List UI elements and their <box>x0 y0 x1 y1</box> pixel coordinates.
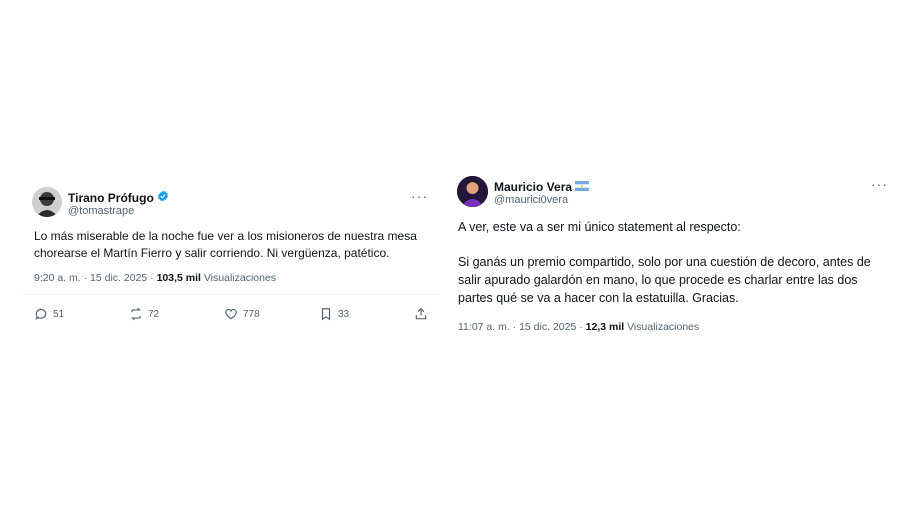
repost-button[interactable]: 72 <box>129 307 199 321</box>
display-name[interactable]: Tirano Prófugo <box>68 191 154 205</box>
tweet-header: Tirano Prófugo @tomastrape ··· <box>22 176 440 220</box>
bookmark-icon <box>321 308 331 321</box>
user-handle[interactable]: @tomastrape <box>68 205 134 217</box>
timestamp[interactable]: 11:07 a. m. · 15 dic. 2025 · <box>458 321 586 333</box>
heart-icon <box>225 308 237 320</box>
user-handle[interactable]: @maurici0vera <box>494 194 568 206</box>
divider <box>22 294 440 295</box>
tweet-text: Lo más miserable de la noche fue ver a l… <box>34 229 417 260</box>
views-label: Visualizaciones <box>624 321 700 333</box>
tweet-paragraph-1: A ver, este va a ser mi único statement … <box>458 220 741 234</box>
tweet-paragraph-2: Si ganás un premio compartido, solo por … <box>458 255 871 305</box>
like-button[interactable]: 778 <box>224 307 294 321</box>
argentina-flag-icon <box>575 178 590 196</box>
display-name[interactable]: Mauricio Vera <box>494 180 572 194</box>
timestamp[interactable]: 9:20 a. m. · 15 dic. 2025 · <box>34 272 157 284</box>
more-options-icon[interactable]: ··· <box>411 188 428 204</box>
more-options-icon[interactable]: ··· <box>871 176 888 192</box>
verified-badge-icon <box>157 189 169 207</box>
views-count: 12,3 mil <box>585 321 625 333</box>
repost-count: 72 <box>148 308 160 320</box>
tweet-text: A ver, este va a ser mi único statement … <box>458 218 888 324</box>
reply-count: 51 <box>53 308 65 320</box>
views-label: Visualizaciones <box>200 272 277 284</box>
tweet-metadata: 9:20 a. m. · 15 dic. 2025 · 103,5 mil Vi… <box>34 272 276 284</box>
tweet-card-mauricio-vera[interactable]: Mauricio Vera @maurici0vera ··· A ver, e… <box>448 165 896 345</box>
share-button[interactable] <box>414 307 428 321</box>
repost-icon <box>131 307 141 321</box>
tweet-header: Mauricio Vera @maurici0vera ··· <box>448 165 896 209</box>
bookmark-button[interactable]: 33 <box>319 307 389 321</box>
bookmark-count: 33 <box>338 308 350 320</box>
tweet-metadata: 11:07 a. m. · 15 dic. 2025 · 12,3 mil Vi… <box>458 321 699 333</box>
action-bar: 51 72 778 33 <box>34 305 428 323</box>
like-count: 778 <box>243 308 260 320</box>
reply-button[interactable]: 51 <box>34 307 104 321</box>
avatar[interactable] <box>32 187 62 217</box>
tweet-card-tomastrape[interactable]: Tirano Prófugo @tomastrape ··· Lo más mi… <box>22 176 440 328</box>
avatar[interactable] <box>457 176 488 207</box>
views-count: 103,5 mil <box>156 272 201 284</box>
share-icon <box>415 307 427 320</box>
reply-icon <box>35 308 47 320</box>
